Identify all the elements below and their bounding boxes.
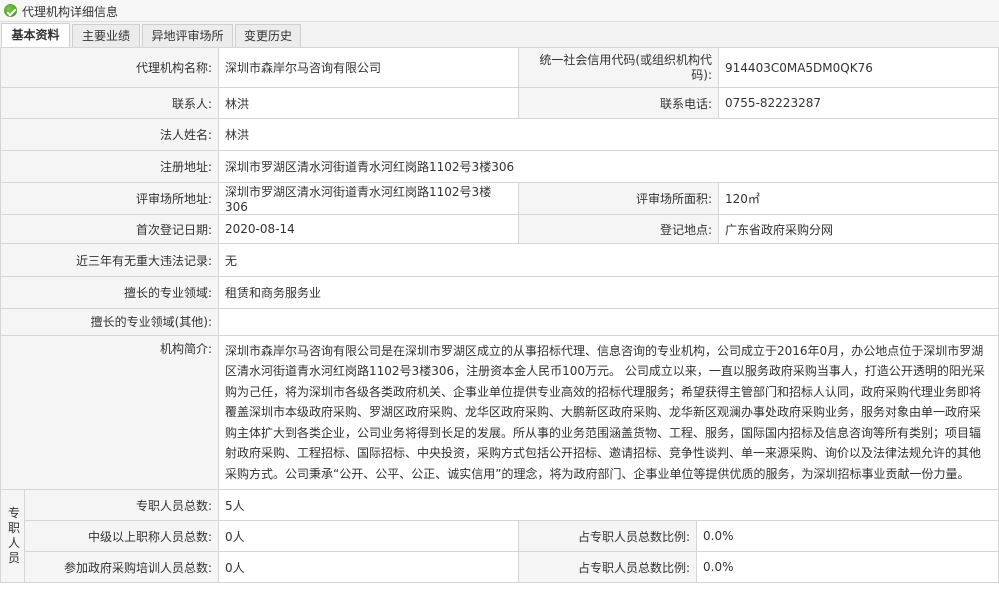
specialty-other-label: 擅长的专业领域(其他):: [0, 308, 220, 336]
trained-count-label: 参加政府采购培训人员总数:: [23, 551, 220, 583]
specialty-other-value: [218, 308, 999, 336]
staff-total-value: 5人: [218, 489, 999, 521]
row-contact: 联系人: 林洪 联系电话: 0755-82223287: [0, 87, 999, 119]
row-first-reg-date: 首次登记日期: 2020-08-14 登记地点: 广东省政府采购分网: [0, 214, 999, 244]
tab-change-history[interactable]: 变更历史: [235, 24, 301, 47]
contact-label: 联系人:: [0, 87, 220, 119]
staff-section-text: 专职人员: [7, 506, 20, 565]
review-area-value: 120㎡: [718, 182, 999, 215]
trained-ratio-value: 0.0%: [696, 551, 999, 583]
tab-main-performance[interactable]: 主要业绩: [72, 24, 140, 47]
senior-count-value: 0人: [218, 520, 520, 552]
row-intro: 机构简介: 深圳市森岸尔马咨询有限公司是在深圳市罗湖区成立的从事招标代理、信息咨…: [0, 335, 999, 490]
tab-basic-info[interactable]: 基本资料: [1, 23, 70, 48]
reg-address-label: 注册地址:: [0, 150, 220, 183]
violations-value: 无: [218, 243, 999, 277]
violations-label: 近三年有无重大违法记录:: [0, 243, 220, 277]
tab-bar: 基本资料 主要业绩 异地评审场所 变更历史: [0, 22, 999, 48]
trained-ratio-label: 占专职人员总数比例:: [518, 551, 698, 583]
row-staff-trained: 参加政府采购培训人员总数: 0人 占专职人员总数比例: 0.0%: [1, 551, 999, 583]
specialty-value: 租赁和商务服务业: [218, 276, 999, 309]
credit-code-label: 统一社会信用代码(或组织机构代码):: [518, 47, 720, 88]
row-specialty-other: 擅长的专业领域(其他):: [0, 308, 999, 336]
intro-label: 机构简介:: [0, 335, 220, 490]
row-specialty: 擅长的专业领域: 租赁和商务服务业: [0, 276, 999, 309]
info-check-icon: [4, 4, 17, 17]
window-title: 代理机构详细信息: [22, 5, 119, 19]
reg-place-label: 登记地点:: [518, 214, 720, 244]
agency-name-label: 代理机构名称:: [0, 47, 220, 88]
tab-remote-review-venues[interactable]: 异地评审场所: [142, 24, 233, 47]
credit-code-value: 914403C0MA5DM0QK76: [718, 47, 999, 88]
reg-address-value: 深圳市罗湖区清水河街道青水河红岗路1102号3楼306: [218, 150, 999, 183]
row-reg-address: 注册地址: 深圳市罗湖区清水河街道青水河红岗路1102号3楼306: [0, 150, 999, 183]
agency-info-table: 代理机构名称: 深圳市森岸尔马咨询有限公司 统一社会信用代码(或组织机构代码):…: [0, 47, 999, 583]
row-legal-rep: 法人姓名: 林洪: [0, 118, 999, 151]
specialty-label: 擅长的专业领域:: [0, 276, 220, 309]
staff-section-label: 专职人员: [0, 489, 25, 583]
row-staff-total: 专职人员 专职人员总数: 5人: [0, 489, 999, 583]
phone-value: 0755-82223287: [718, 87, 999, 119]
review-area-label: 评审场所面积:: [518, 182, 720, 215]
row-agency-name: 代理机构名称: 深圳市森岸尔马咨询有限公司 统一社会信用代码(或组织机构代码):…: [0, 47, 999, 88]
row-staff-senior: 中级以上职称人员总数: 0人 占专职人员总数比例: 0.0%: [1, 520, 999, 552]
first-reg-date-label: 首次登记日期:: [0, 214, 220, 244]
reg-place-value: 广东省政府采购分网: [718, 214, 999, 244]
trained-count-value: 0人: [218, 551, 520, 583]
agency-name-value: 深圳市森岸尔马咨询有限公司: [218, 47, 520, 88]
legal-rep-value: 林洪: [218, 118, 999, 151]
first-reg-date-value: 2020-08-14: [218, 214, 520, 244]
phone-label: 联系电话:: [518, 87, 720, 119]
review-address-value: 深圳市罗湖区清水河街道青水河红岗路1102号3楼306: [218, 182, 520, 215]
window-titlebar: 代理机构详细信息: [0, 0, 999, 22]
info-table-wrap: 代理机构名称: 深圳市森岸尔马咨询有限公司 统一社会信用代码(或组织机构代码):…: [0, 47, 999, 583]
legal-rep-label: 法人姓名:: [0, 118, 220, 151]
senior-ratio-label: 占专职人员总数比例:: [518, 520, 698, 552]
intro-value: 深圳市森岸尔马咨询有限公司是在深圳市罗湖区成立的从事招标代理、信息咨询的专业机构…: [218, 335, 999, 490]
review-address-label: 评审场所地址:: [0, 182, 220, 215]
contact-value: 林洪: [218, 87, 520, 119]
row-violations: 近三年有无重大违法记录: 无: [0, 243, 999, 277]
staff-total-label: 专职人员总数:: [23, 489, 220, 521]
senior-count-label: 中级以上职称人员总数:: [23, 520, 220, 552]
row-review-address: 评审场所地址: 深圳市罗湖区清水河街道青水河红岗路1102号3楼306 评审场所…: [0, 182, 999, 215]
senior-ratio-value: 0.0%: [696, 520, 999, 552]
